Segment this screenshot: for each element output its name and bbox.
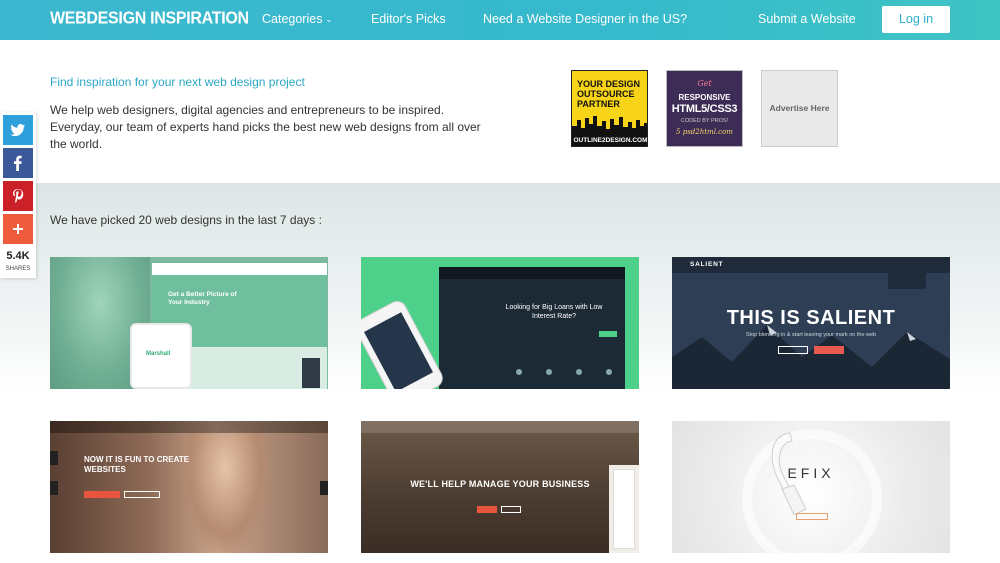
phone-screen	[364, 312, 434, 389]
twitter-icon	[10, 124, 25, 137]
site-navbar	[152, 263, 327, 275]
slider-left-arrow-icon	[50, 481, 58, 495]
ad-advertise-here[interactable]: Advertise Here	[761, 70, 838, 147]
nav-categories[interactable]: Categories ⌄	[262, 12, 332, 26]
outline-button-graphic	[796, 513, 828, 520]
site-navbar	[50, 421, 328, 433]
card-hero-text: NOW IT IS FUN TO CREATE WEBSITES	[84, 455, 190, 474]
ad1-url: OUTLINE2DESIGN.COM	[572, 135, 648, 146]
outline-button-graphic	[124, 491, 160, 498]
nav-editors-picks[interactable]: Editor's Picks	[371, 12, 446, 26]
phone-brand: Marshall	[146, 351, 171, 357]
pinterest-icon	[13, 189, 24, 204]
card-hero-subtext: Stop blending in & start leaving your ma…	[745, 332, 877, 338]
card-hero-text: THIS IS SALIENT	[726, 307, 896, 329]
card-hero-text: Looking for Big Loans with Low Interest …	[505, 304, 603, 320]
more-share-button[interactable]	[3, 214, 33, 244]
site-preview: Looking for Big Loans with Low Interest …	[439, 267, 625, 389]
card-brand: SALIENT	[690, 261, 724, 268]
ad2-brand: 5 psd2html.com	[676, 128, 733, 136]
twitter-share-button[interactable]	[3, 115, 33, 145]
site-logo[interactable]: WEBDESIGN INSPIRATION	[50, 9, 249, 29]
login-button[interactable]: Log in	[882, 6, 950, 33]
design-card-salient[interactable]: SALIENT THIS IS SALIENT Stop blending in…	[672, 257, 950, 389]
slider-right-arrow-icon	[320, 481, 328, 495]
nav-designer-link[interactable]: Need a Website Designer in the US?	[483, 12, 687, 26]
red-button-graphic	[84, 491, 120, 498]
picked-count-text: We have picked 20 web designs in the las…	[50, 213, 322, 227]
city-skyline-graphic	[572, 116, 647, 136]
phone-mockup	[361, 297, 447, 389]
red-button-graphic	[477, 506, 497, 513]
slider-left-arrow-icon	[50, 451, 58, 465]
dropdown-menu-graphic	[888, 273, 926, 289]
nav-submit-website[interactable]: Submit a Website	[758, 12, 856, 26]
facebook-share-button[interactable]	[3, 148, 33, 178]
feature-icons	[516, 369, 612, 375]
red-button-graphic	[814, 346, 844, 354]
ad-psd2html[interactable]: Get RESPONSIVE HTML5/CSS3 CODED BY PROS!…	[666, 70, 743, 147]
phone-mockup	[613, 469, 635, 549]
share-sidebar: 5.4K SHARES	[0, 112, 36, 278]
card-hero-text: WE'LL HELP MANAGE YOUR BUSINESS	[410, 479, 590, 489]
cta-button-graphic	[599, 331, 617, 337]
person-image	[180, 431, 270, 553]
design-card-marshall[interactable]: Get a Better Picture of Your Industry Ma…	[50, 257, 328, 389]
outline-button-graphic	[778, 346, 808, 354]
intro-text: We help web designers, digital agencies …	[50, 103, 481, 151]
headphone-graphic	[771, 432, 807, 516]
site-navbar: SALIENT	[672, 257, 950, 273]
ad1-headline: YOUR DESIGN OUTSOURCE PARTNER	[577, 79, 641, 109]
card-hero-text: EFIX	[787, 465, 835, 481]
share-label: SHARES	[5, 266, 31, 272]
design-card-loans[interactable]: Looking for Big Loans with Low Interest …	[361, 257, 639, 389]
person-image	[302, 358, 320, 388]
ad2-line1: RESPONSIVE	[678, 93, 731, 102]
card-hero-text: Get a Better Picture of Your Industry	[168, 291, 237, 306]
design-card-jupiter[interactable]: NOW IT IS FUN TO CREATE WEBSITES	[50, 421, 328, 553]
ad2-script: Get	[697, 79, 712, 88]
site-navbar	[439, 267, 625, 279]
outline-button-graphic	[501, 506, 521, 513]
share-count: 5.4K	[6, 250, 30, 262]
chevron-down-icon: ⌄	[325, 15, 333, 24]
ad2-line3: CODED BY PROS!	[680, 118, 729, 124]
top-navigation-bar: WEBDESIGN INSPIRATION Categories ⌄ Editor…	[0, 0, 1000, 40]
plus-icon	[13, 224, 23, 234]
site-navbar	[361, 421, 639, 433]
design-card-business[interactable]: WE'LL HELP MANAGE YOUR BUSINESS	[361, 421, 639, 553]
phone-mockup: Marshall	[130, 323, 192, 389]
ad-outline2design[interactable]: YOUR DESIGN OUTSOURCE PARTNER OUTLINE2DE…	[571, 70, 648, 147]
pinterest-share-button[interactable]	[3, 181, 33, 211]
nav-categories-label: Categories	[262, 12, 323, 26]
intro-title: Find inspiration for your next web desig…	[50, 75, 305, 89]
design-card-efix[interactable]: EFIX	[672, 421, 950, 553]
facebook-icon	[14, 155, 22, 171]
ad2-line2: HTML5/CSS3	[671, 103, 738, 115]
